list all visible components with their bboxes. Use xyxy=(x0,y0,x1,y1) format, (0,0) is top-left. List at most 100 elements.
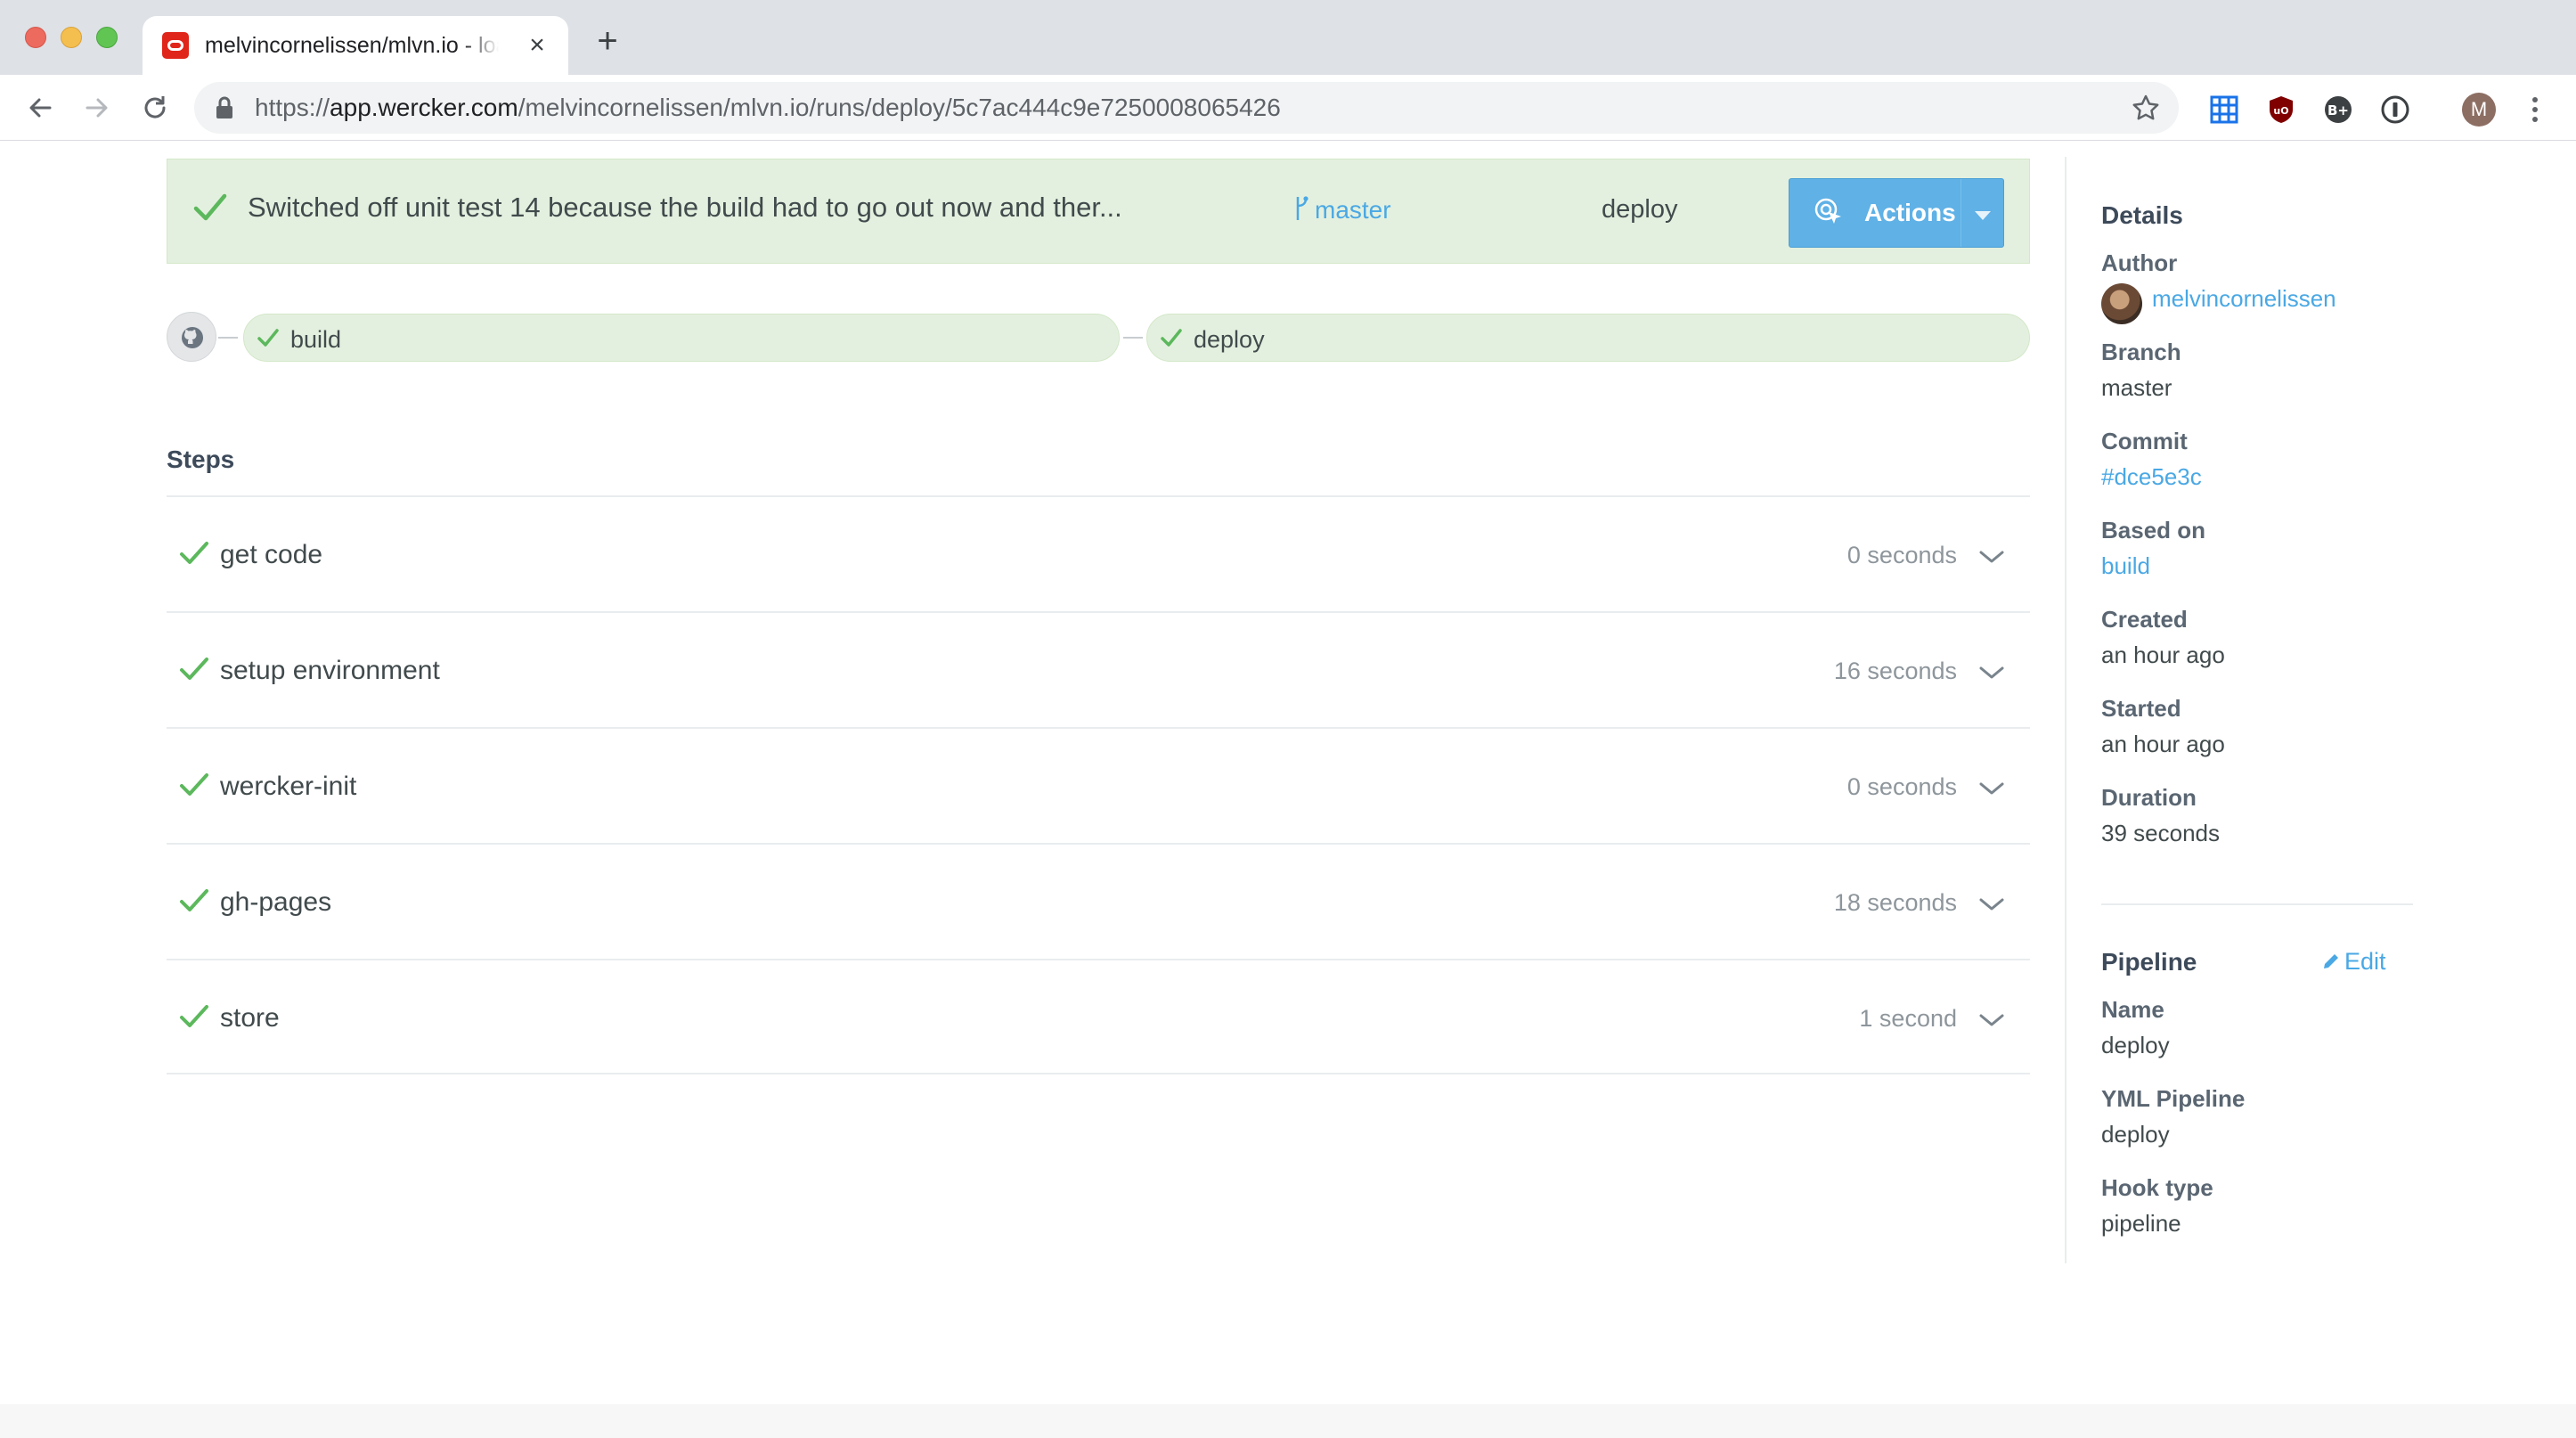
yml-pipeline-value: deploy xyxy=(2101,1121,2170,1148)
steps-heading: Steps xyxy=(167,445,235,473)
github-source-node[interactable] xyxy=(167,312,216,362)
run-summary-banner: Switched off unit test 14 because the bu… xyxy=(167,159,2030,264)
branch-value: master xyxy=(2101,374,2172,401)
github-icon xyxy=(182,327,203,348)
branch-link[interactable]: master xyxy=(1293,195,1391,225)
browser-tab-strip: melvincornelissen/mlvn.io - loa × + xyxy=(0,0,2576,75)
forward-arrow-icon[interactable] xyxy=(78,89,116,127)
author-label: Author xyxy=(2101,249,2178,276)
created-value: an hour ago xyxy=(2101,641,2225,668)
success-check-icon xyxy=(193,193,227,221)
page-footer-strip xyxy=(0,1404,2576,1438)
based-on-label: Based on xyxy=(2101,517,2206,543)
pipeline-name-label: Name xyxy=(2101,996,2164,1023)
actions-label: Actions xyxy=(1864,199,1956,226)
url-path: /melvincornelissen/mlvn.io/runs/deploy/5… xyxy=(518,94,1281,121)
chain-step-label: deploy xyxy=(1194,326,1265,353)
step-name: setup environment xyxy=(220,656,440,685)
password-extension-icon[interactable] xyxy=(2380,94,2410,125)
svg-text:B+: B+ xyxy=(2327,102,2349,118)
created-label: Created xyxy=(2101,606,2188,633)
chevron-down-icon[interactable] xyxy=(1978,896,2005,912)
branch-label: Branch xyxy=(2101,339,2181,365)
check-icon xyxy=(180,773,208,796)
chevron-down-icon[interactable] xyxy=(1978,665,2005,681)
commit-message: Switched off unit test 14 because the bu… xyxy=(248,192,1122,223)
based-on-link[interactable]: build xyxy=(2101,552,2150,580)
hook-type-value: pipeline xyxy=(2101,1210,2181,1237)
chevron-down-icon[interactable] xyxy=(1978,549,2005,565)
chevron-down-icon[interactable] xyxy=(1978,1012,2005,1028)
step-name: wercker-init xyxy=(220,772,357,801)
back-arrow-icon[interactable] xyxy=(21,89,59,127)
browser-menu-icon[interactable] xyxy=(2524,93,2546,127)
new-tab-button[interactable]: + xyxy=(591,23,624,59)
chevron-down-icon[interactable] xyxy=(1978,780,2005,797)
step-row[interactable]: wercker-init 0 seconds xyxy=(167,727,2030,843)
pipeline-name-value: deploy xyxy=(2101,1032,2170,1058)
sidebar-divider-vertical xyxy=(2065,157,2067,1263)
edit-pipeline-link[interactable]: Edit xyxy=(2321,948,2386,976)
chain-step-build[interactable]: build xyxy=(243,314,1120,362)
step-row[interactable]: gh-pages 18 seconds xyxy=(167,843,2030,959)
author-avatar[interactable] xyxy=(2101,283,2142,324)
commit-label: Commit xyxy=(2101,428,2188,454)
duration-value: 39 seconds xyxy=(2101,820,2220,846)
chain-connector xyxy=(218,337,238,339)
step-name: store xyxy=(220,1003,280,1033)
step-duration: 1 second xyxy=(1859,1005,1957,1032)
tab-close-icon[interactable]: × xyxy=(522,30,552,61)
pointer-click-icon xyxy=(1814,198,1841,224)
pipeline-heading: Pipeline xyxy=(2101,948,2197,976)
bookmark-star-icon[interactable] xyxy=(2131,93,2161,123)
step-row[interactable]: get code 0 seconds xyxy=(167,495,2030,611)
branch-name: master xyxy=(1315,196,1391,224)
ublock-shield-icon[interactable]: uO xyxy=(2266,94,2296,125)
zoom-window-button[interactable] xyxy=(96,27,118,48)
check-icon xyxy=(257,329,279,347)
check-icon xyxy=(180,1005,208,1027)
step-duration: 18 seconds xyxy=(1833,889,1957,916)
pencil-icon xyxy=(2324,954,2338,968)
lock-icon xyxy=(216,96,232,118)
author-link[interactable]: melvincornelissen xyxy=(2152,285,2336,313)
reload-icon[interactable] xyxy=(136,89,174,127)
steps-list: get code 0 seconds setup environment 16 … xyxy=(167,495,2030,1074)
chain-step-deploy[interactable]: deploy xyxy=(1146,314,2030,362)
address-bar[interactable]: https://app.wercker.com/melvincornelisse… xyxy=(194,82,2179,134)
step-row[interactable]: store 1 second xyxy=(167,959,2030,1074)
grid-extension-icon[interactable] xyxy=(2209,94,2239,125)
browser-tab-active[interactable]: melvincornelissen/mlvn.io - loa × xyxy=(143,16,568,75)
check-icon xyxy=(1161,329,1182,347)
details-heading: Details xyxy=(2101,201,2183,229)
git-branch-icon xyxy=(1296,196,1308,220)
url-text[interactable]: https://app.wercker.com/melvincornelisse… xyxy=(255,82,1281,134)
profile-avatar[interactable]: M xyxy=(2462,93,2496,127)
actions-dropdown-caret[interactable] xyxy=(1961,179,2003,247)
step-duration: 0 seconds xyxy=(1846,773,1957,800)
commit-link[interactable]: #dce5e3c xyxy=(2101,463,2202,491)
close-window-button[interactable] xyxy=(25,27,46,48)
svg-text:uO: uO xyxy=(2273,105,2288,117)
oracle-favicon-icon xyxy=(162,32,189,59)
step-duration: 16 seconds xyxy=(1833,658,1957,684)
step-duration: 0 seconds xyxy=(1846,542,1957,568)
edit-label: Edit xyxy=(2344,948,2386,975)
pipeline-chain: build deploy xyxy=(167,312,2030,365)
yml-pipeline-label: YML Pipeline xyxy=(2101,1085,2246,1112)
pipeline-name: deploy xyxy=(1602,195,1678,224)
tab-title: melvincornelissen/mlvn.io - loa xyxy=(205,33,499,58)
check-icon xyxy=(180,542,208,564)
hook-type-label: Hook type xyxy=(2101,1174,2213,1201)
check-icon xyxy=(180,889,208,911)
check-icon xyxy=(180,658,208,680)
url-host: app.wercker.com xyxy=(330,94,518,121)
b-plus-extension-icon[interactable]: B+ xyxy=(2323,94,2353,125)
actions-button[interactable]: Actions xyxy=(1789,178,2004,248)
browser-toolbar: https://app.wercker.com/melvincornelisse… xyxy=(0,75,2576,141)
step-row[interactable]: setup environment 16 seconds xyxy=(167,611,2030,727)
chain-step-label: build xyxy=(290,326,342,353)
step-name: get code xyxy=(220,540,323,569)
minimize-window-button[interactable] xyxy=(61,27,82,48)
chain-connector xyxy=(1123,337,1143,339)
